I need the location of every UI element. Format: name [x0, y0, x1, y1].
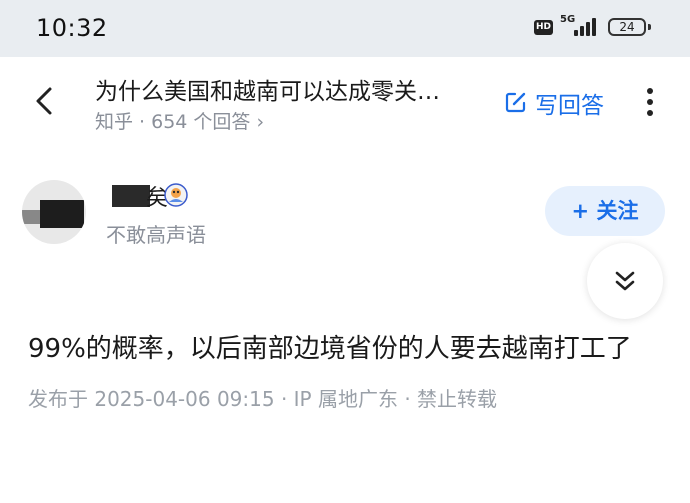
author-bio: 不敢高声语 — [106, 223, 206, 247]
question-title[interactable]: 为什么美国和越南可以达成零关… — [95, 72, 475, 106]
answer-meta: 发布于 2025-04-06 09:15 · IP 属地广东 · 禁止转载 — [28, 387, 498, 411]
author-avatar[interactable] — [22, 180, 86, 244]
more-options-icon[interactable] — [644, 86, 656, 118]
hd-icon: HD — [534, 20, 553, 35]
follow-button[interactable]: + 关注 — [545, 186, 665, 236]
battery-icon: 24 — [608, 18, 651, 36]
edit-icon — [505, 92, 526, 113]
signal-icon: 5G — [560, 14, 602, 38]
author-badge-icon — [164, 183, 188, 207]
battery-level: 24 — [619, 20, 635, 34]
answer-body: 99%的概率，以后南部边境省份的人要去越南打工了 — [28, 334, 632, 364]
back-arrow-icon[interactable] — [30, 86, 60, 116]
collapse-button[interactable] — [587, 243, 663, 319]
status-clock: 10:32 — [36, 14, 108, 42]
network-type-label: 5G — [560, 14, 576, 25]
status-bar: 10:32 HD 5G 24 — [0, 0, 690, 57]
author-name-redaction — [112, 185, 150, 207]
question-meta-link[interactable]: 知乎 · 654 个回答 › — [95, 107, 264, 134]
zhihu-answer-page: 10:32 HD 5G 24 为什么美国和越南可以达成零关… 知乎 · 654 … — [0, 0, 690, 503]
double-chevron-down-icon — [615, 271, 635, 291]
write-answer-label: 写回答 — [535, 93, 604, 119]
